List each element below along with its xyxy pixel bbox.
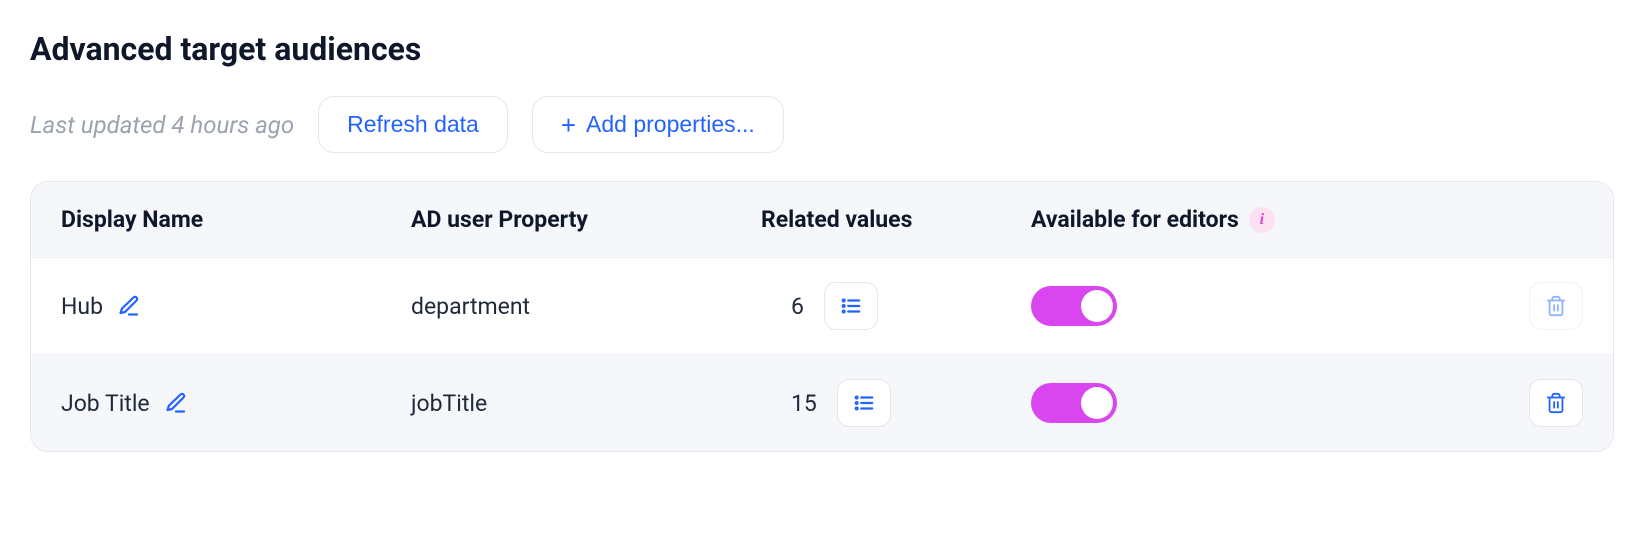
trash-icon [1545, 392, 1567, 414]
table-row: Job Title jobTitle 15 [31, 354, 1613, 451]
cell-actions [1493, 379, 1583, 427]
list-icon [840, 295, 862, 317]
display-name-text: Hub [61, 293, 103, 320]
available-toggle[interactable] [1031, 383, 1117, 423]
refresh-data-label: Refresh data [347, 111, 479, 138]
last-updated-text: Last updated 4 hours ago [30, 111, 294, 139]
available-toggle[interactable] [1031, 286, 1117, 326]
table-row: Hub department 6 [31, 257, 1613, 354]
toolbar: Last updated 4 hours ago Refresh data + … [30, 96, 1614, 153]
table-header-row: Display Name AD user Property Related va… [31, 182, 1613, 257]
col-header-related-values: Related values [761, 206, 1031, 233]
toggle-knob [1081, 387, 1113, 419]
col-header-display-name: Display Name [61, 206, 411, 233]
related-values-count: 6 [791, 293, 804, 320]
plus-icon: + [561, 112, 576, 138]
list-icon [853, 392, 875, 414]
cell-display-name: Hub [61, 293, 411, 320]
cell-related-values: 15 [761, 379, 1031, 427]
add-properties-button[interactable]: + Add properties... [532, 96, 784, 153]
cell-actions [1493, 282, 1583, 330]
edit-icon[interactable] [117, 294, 141, 318]
cell-related-values: 6 [761, 282, 1031, 330]
cell-available-for-editors [1031, 286, 1493, 326]
display-name-text: Job Title [61, 390, 150, 417]
cell-available-for-editors [1031, 383, 1493, 423]
col-header-available-label: Available for editors [1031, 206, 1239, 233]
delete-button[interactable] [1529, 379, 1583, 427]
info-icon[interactable]: i [1249, 207, 1275, 233]
view-values-button[interactable] [837, 379, 891, 427]
trash-icon [1545, 295, 1567, 317]
add-properties-label: Add properties... [586, 111, 755, 138]
col-header-available-for-editors: Available for editors i [1031, 206, 1493, 233]
toggle-knob [1081, 290, 1113, 322]
ad-property-text: jobTitle [411, 390, 487, 417]
col-header-ad-property: AD user Property [411, 206, 761, 233]
related-values-count: 15 [791, 390, 817, 417]
properties-table: Display Name AD user Property Related va… [30, 181, 1614, 452]
edit-icon[interactable] [164, 391, 188, 415]
view-values-button[interactable] [824, 282, 878, 330]
cell-ad-property: department [411, 293, 761, 320]
ad-property-text: department [411, 293, 530, 320]
page-title: Advanced target audiences [30, 30, 1614, 68]
cell-ad-property: jobTitle [411, 390, 761, 417]
cell-display-name: Job Title [61, 390, 411, 417]
refresh-data-button[interactable]: Refresh data [318, 96, 508, 153]
delete-button[interactable] [1529, 282, 1583, 330]
